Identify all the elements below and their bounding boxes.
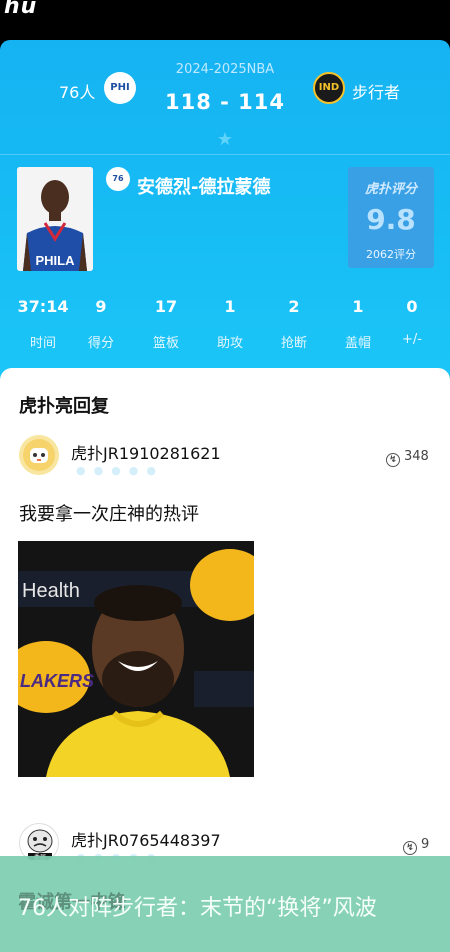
top-bar: hu [0,0,450,40]
sponsor-text: Health [22,580,80,602]
away-team-logo-text: IND [318,82,340,93]
player-stats: 37:14 时间 9 得分 17 篮板 1 助攻 2 抢断 1 盖帽 0 +/- [0,297,450,357]
stat-label: 抢断 [280,336,307,351]
comment-image[interactable]: Health LAKERS [18,541,254,777]
player-team-logo: 76 [106,167,130,191]
stat-value: 17 [154,297,178,316]
app-logo: hu [4,0,38,19]
stat-label: 得分 [87,336,114,351]
section-title: 虎扑亮回复 [19,396,109,417]
divider [0,154,450,155]
stat-steals: 2 抢断 [264,297,324,351]
meme-photo: Health LAKERS [18,541,254,777]
stat-label: +/- [402,332,422,347]
stat-label: 助攻 [216,336,243,351]
player-avatar[interactable]: PHILA [17,167,93,271]
stat-label: 盖帽 [344,336,371,351]
stat-points: 9 得分 [71,297,131,351]
stat-blocks: 1 盖帽 [328,297,388,351]
player-name[interactable]: 安德烈-德拉蒙德 [137,173,270,199]
rating-count: 2062评分 [366,248,416,261]
stat-label: 篮板 [152,336,179,351]
team-text: LAKERS [20,671,94,691]
rating-box[interactable]: 虎扑评分 9.8 2062评分 [348,167,434,268]
comment-username[interactable]: 虎扑JR0765448397 [71,827,221,851]
rating-label: 虎扑评分 [364,182,417,197]
stat-rebounds: 17 篮板 [136,297,196,351]
stat-value: 37:14 [17,297,69,316]
stat-value: 1 [352,297,364,316]
game-header-card: 2024-2025NBA 76人 PHI 118 - 114 IND 步行者 ★… [0,40,450,380]
stat-value: 2 [288,297,300,316]
away-team-logo[interactable]: IND [313,72,345,104]
like-button[interactable]: ↯ 9 [403,837,429,855]
caption-banner: 霍诚第一中锋 76人对阵步行者：末节的“换将”风波 [0,856,450,952]
stat-minutes: 37:14 时间 [13,297,73,351]
lightbulb-icon: ↯ [386,453,400,467]
avatar[interactable] [19,435,59,475]
stat-value: 1 [224,297,236,316]
like-count: 348 [404,449,429,464]
user-avatar-icon [19,435,59,475]
comment-username[interactable]: 虎扑JR1910281621 [71,440,221,464]
comment-text: 我要拿一次庄神的热评 [19,504,199,525]
stat-value: 0 [406,297,418,316]
stat-value: 9 [95,297,107,316]
rating-value: 9.8 [366,203,416,236]
star-icon: ★ [216,129,234,150]
stat-label: 时间 [29,336,56,351]
jersey-text: PHILA [36,253,76,268]
lightbulb-icon: ↯ [403,841,417,855]
player-team-logo-text: 76 [112,174,124,183]
season-label: 2024-2025NBA [175,62,275,77]
user-level-dots: ●●●●● [76,464,164,477]
stat-plus-minus: 0 +/- [382,297,442,347]
player-photo: PHILA [17,167,93,271]
stat-assists: 1 助攻 [200,297,260,351]
like-count: 9 [421,837,430,852]
away-team-name[interactable]: 步行者 [352,79,400,103]
like-button[interactable]: ↯ 348 [386,449,429,467]
caption-text: 76人对阵步行者：末节的“换将”风波 [18,896,377,921]
